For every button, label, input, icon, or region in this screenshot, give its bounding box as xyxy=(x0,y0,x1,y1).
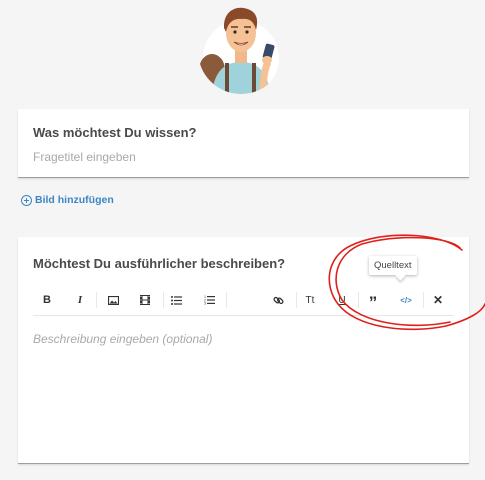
avatar xyxy=(198,0,284,94)
toolbar-divider xyxy=(296,292,297,308)
toolbar-divider xyxy=(226,292,227,308)
plus-circle-icon xyxy=(21,194,32,206)
toolbar-divider xyxy=(96,292,97,308)
video-button[interactable] xyxy=(133,289,157,311)
bold-button[interactable]: B xyxy=(35,289,59,311)
numbered-list-icon: 1 2 3 xyxy=(204,295,215,305)
text-size-button[interactable]: Tt xyxy=(298,289,322,311)
link-icon xyxy=(272,296,284,304)
film-icon xyxy=(140,295,150,305)
description-title: Möchtest Du ausführlicher beschreiben? xyxy=(33,256,286,271)
question-title: Was möchtest Du wissen? xyxy=(33,125,197,140)
bold-icon: B xyxy=(43,294,51,306)
annotation-circle xyxy=(328,234,485,331)
bullet-list-button[interactable] xyxy=(164,289,188,311)
text-size-icon: Tt xyxy=(305,294,315,306)
image-icon xyxy=(107,295,119,305)
question-input[interactable]: Fragetitel eingeben xyxy=(33,150,136,164)
italic-icon: I xyxy=(77,294,83,306)
link-button[interactable] xyxy=(266,289,290,311)
add-image-link[interactable]: Bild hinzufügen xyxy=(21,194,114,206)
numbered-list-button[interactable]: 1 2 3 xyxy=(197,289,221,311)
add-image-label: Bild hinzufügen xyxy=(35,194,114,206)
question-card: Was möchtest Du wissen? Fragetitel einge… xyxy=(18,109,469,178)
svg-text:3: 3 xyxy=(204,302,206,305)
description-input[interactable]: Beschreibung eingeben (optional) xyxy=(33,332,212,346)
image-button[interactable] xyxy=(101,289,125,311)
bullet-list-icon xyxy=(170,295,182,305)
italic-button[interactable]: I xyxy=(68,289,92,311)
